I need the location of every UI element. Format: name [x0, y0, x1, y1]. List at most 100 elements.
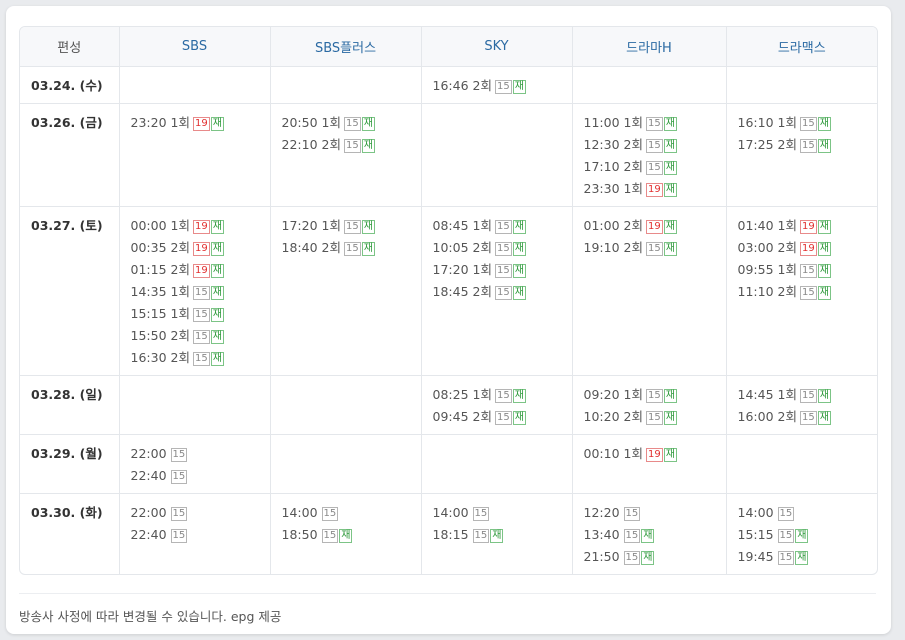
episode-number: 2회: [472, 78, 492, 93]
broadcast-entry[interactable]: 22:40 15: [131, 465, 270, 487]
air-time: 13:40: [583, 527, 620, 542]
air-time: 03:00: [737, 240, 774, 255]
age-rating-badge: 15: [799, 264, 817, 278]
rerun-badge: 재: [361, 242, 375, 256]
broadcast-entry[interactable]: 08:25 1회 15 재: [433, 384, 572, 406]
broadcast-entry[interactable]: 22:40 15: [131, 524, 270, 546]
broadcast-entry[interactable]: 15:50 2회 15 재: [131, 325, 270, 347]
broadcast-entry[interactable]: 08:45 1회 15 재: [433, 215, 572, 237]
broadcast-entry[interactable]: 17:20 1회 15 재: [282, 215, 421, 237]
broadcast-entry[interactable]: 01:40 1회 19 재: [738, 215, 878, 237]
broadcast-entry[interactable]: 14:00 15: [282, 502, 421, 524]
broadcast-entry[interactable]: 16:10 1회 15 재: [738, 112, 878, 134]
broadcast-entry[interactable]: 23:20 1회 19 재: [131, 112, 270, 134]
age-rating-badge: 15: [623, 507, 641, 521]
air-time: 09:20: [583, 387, 620, 402]
broadcast-entry[interactable]: 14:00 15: [738, 502, 878, 524]
header-channel-sky[interactable]: SKY: [421, 27, 573, 67]
air-time: 18:50: [281, 527, 318, 542]
broadcast-entry[interactable]: 11:00 1회 15 재: [584, 112, 726, 134]
broadcast-entry[interactable]: 18:40 2회 15 재: [282, 237, 421, 259]
broadcast-entry[interactable]: 14:35 1회 15 재: [131, 281, 270, 303]
episode-number: 2회: [777, 284, 797, 299]
air-time: 14:45: [737, 387, 774, 402]
broadcast-entry[interactable]: 23:30 1회 19 재: [584, 178, 726, 200]
rerun-badge: 재: [817, 139, 831, 153]
broadcast-entry[interactable]: 10:20 2회 15 재: [584, 406, 726, 428]
channel-cell: 16:46 2회 15 재: [421, 66, 573, 104]
broadcast-entry[interactable]: 03:00 2회 19 재: [738, 237, 878, 259]
air-time: 16:30: [130, 350, 167, 365]
broadcast-entry[interactable]: 01:00 2회 19 재: [584, 215, 726, 237]
broadcast-entry[interactable]: 00:00 1회 19 재: [131, 215, 270, 237]
broadcast-entry[interactable]: 17:20 1회 15 재: [433, 259, 572, 281]
broadcast-entry[interactable]: 17:10 2회 15 재: [584, 156, 726, 178]
row-date: 03.30. (화): [20, 493, 120, 574]
header-channel-drama-h[interactable]: 드라마H: [572, 27, 727, 67]
broadcast-entry[interactable]: 14:00 15: [433, 502, 572, 524]
rerun-badge: 재: [663, 139, 677, 153]
age-rating-badge: 15: [472, 507, 490, 521]
rerun-badge: 재: [512, 286, 526, 300]
broadcast-entry[interactable]: 17:25 2회 15 재: [738, 134, 878, 156]
broadcast-entry[interactable]: 11:10 2회 15 재: [738, 281, 878, 303]
broadcast-entry[interactable]: 00:10 1회 19 재: [584, 443, 726, 465]
age-rating-badge: 15: [645, 389, 663, 403]
age-rating-badge: 15: [494, 220, 512, 234]
episode-number: 2회: [777, 409, 797, 424]
air-time: 16:10: [737, 115, 774, 130]
age-rating-badge: 15: [799, 139, 817, 153]
episode-number: 1회: [623, 446, 643, 461]
age-rating-badge: 15: [343, 220, 361, 234]
broadcast-entry[interactable]: 13:40 15 재: [584, 524, 726, 546]
broadcast-entry[interactable]: 18:15 15 재: [433, 524, 572, 546]
broadcast-entry[interactable]: 10:05 2회 15 재: [433, 237, 572, 259]
broadcast-entry[interactable]: 18:45 2회 15 재: [433, 281, 572, 303]
episode-number: 1회: [623, 115, 643, 130]
broadcast-entry[interactable]: 12:30 2회 15 재: [584, 134, 726, 156]
broadcast-entry[interactable]: 16:46 2회 15 재: [433, 75, 572, 97]
header-channel-sbs[interactable]: SBS: [119, 27, 271, 67]
broadcast-entry[interactable]: 15:15 15 재: [738, 524, 878, 546]
header-channel-sbs-plus[interactable]: SBS플러스: [270, 27, 422, 67]
rerun-badge: 재: [512, 411, 526, 425]
row-date: 03.24. (수): [20, 66, 120, 104]
broadcast-entry[interactable]: 19:45 15 재: [738, 546, 878, 568]
episode-number: 2회: [472, 409, 492, 424]
channel-cell: [270, 434, 422, 494]
broadcast-entry[interactable]: 20:50 1회 15 재: [282, 112, 421, 134]
rerun-badge: 재: [641, 551, 655, 565]
broadcast-entry[interactable]: 22:00 15: [131, 443, 270, 465]
broadcast-entry[interactable]: 22:10 2회 15 재: [282, 134, 421, 156]
broadcast-entry[interactable]: 00:35 2회 19 재: [131, 237, 270, 259]
air-time: 18:45: [432, 284, 469, 299]
episode-number: 2회: [623, 240, 643, 255]
broadcast-entry[interactable]: 21:50 15 재: [584, 546, 726, 568]
broadcast-entry[interactable]: 09:20 1회 15 재: [584, 384, 726, 406]
air-time: 17:25: [737, 137, 774, 152]
rerun-badge: 재: [210, 242, 224, 256]
broadcast-entry[interactable]: 01:15 2회 19 재: [131, 259, 270, 281]
header-channel-dramax[interactable]: 드라맥스: [726, 27, 877, 67]
channel-cell: 22:00 15 22:40 15: [119, 434, 271, 494]
broadcast-entry[interactable]: 16:30 2회 15 재: [131, 347, 270, 369]
broadcast-entry[interactable]: 12:20 15: [584, 502, 726, 524]
air-time: 21:50: [583, 549, 620, 564]
broadcast-entry[interactable]: 09:55 1회 15 재: [738, 259, 878, 281]
broadcast-entry[interactable]: 09:45 2회 15 재: [433, 406, 572, 428]
rerun-badge: 재: [663, 117, 677, 131]
broadcast-entry[interactable]: 14:45 1회 15 재: [738, 384, 878, 406]
channel-cell: [726, 434, 877, 494]
broadcast-entry[interactable]: 16:00 2회 15 재: [738, 406, 878, 428]
age-rating-badge: 15: [799, 117, 817, 131]
age-rating-badge: 15: [645, 411, 663, 425]
air-time: 14:35: [130, 284, 167, 299]
broadcast-entry[interactable]: 22:00 15: [131, 502, 270, 524]
air-time: 01:15: [130, 262, 167, 277]
broadcast-entry[interactable]: 19:10 2회 15 재: [584, 237, 726, 259]
age-rating-badge: 15: [494, 80, 512, 94]
age-rating-badge: 15: [170, 529, 188, 543]
broadcast-entry[interactable]: 15:15 1회 15 재: [131, 303, 270, 325]
broadcast-entry[interactable]: 18:50 15 재: [282, 524, 421, 546]
episode-number: 1회: [623, 181, 643, 196]
